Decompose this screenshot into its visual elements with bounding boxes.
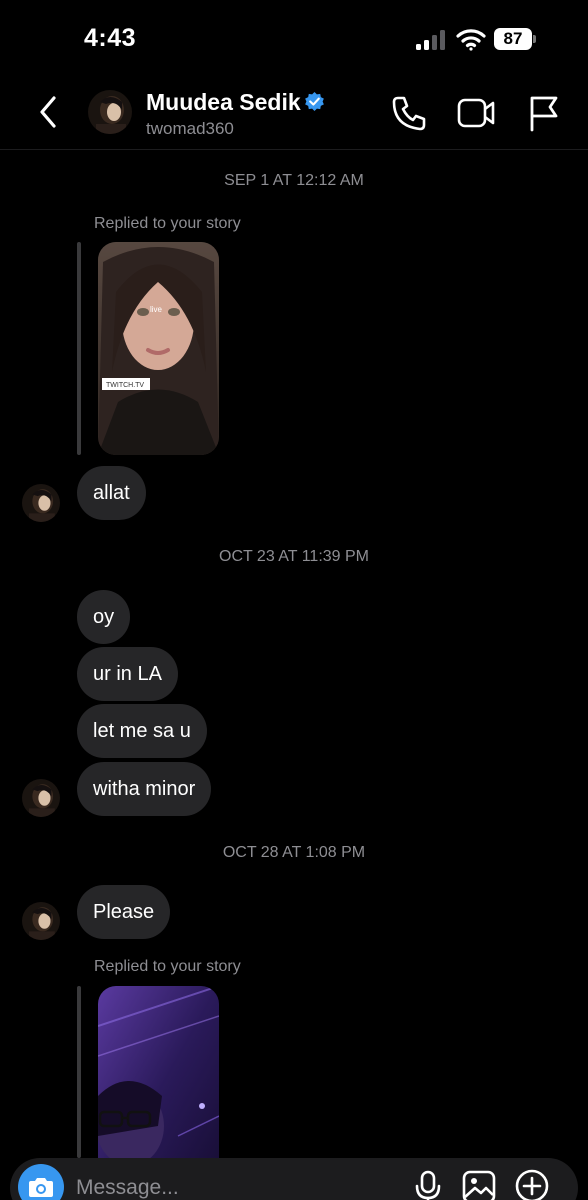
message-bubble[interactable]: let me sa u [77,704,207,758]
status-time: 4:43 [84,24,137,52]
verified-badge-icon [305,91,324,112]
message-bubble[interactable]: oy [77,590,131,644]
message-input[interactable] [76,1172,376,1200]
battery-indicator: 87 [494,28,536,50]
status-bar: 4:43 87 [0,0,588,80]
message-composer [10,1158,578,1200]
story-image: live TWITCH.TV [98,242,219,455]
message-bubble[interactable]: ur in LA [77,647,178,701]
camera-icon [29,1178,53,1197]
chat-header: Muudea Sedik twomad360 [0,80,588,150]
story-thumbnail[interactable]: live TWITCH.TV [98,242,219,455]
avatar-image [88,90,132,134]
avatar-image [22,902,60,940]
report-flag-icon[interactable] [526,94,560,132]
video-call-icon[interactable] [456,94,496,132]
contact-username[interactable]: twomad360 [146,119,234,139]
sender-avatar[interactable] [22,779,60,817]
message-bubble[interactable]: Please [77,885,171,939]
add-icon[interactable] [514,1168,550,1200]
message-bubble[interactable]: allat [77,466,146,520]
gallery-icon[interactable] [462,1170,496,1200]
contact-name[interactable]: Muudea Sedik [146,89,301,116]
story-sticker-text: TWITCH.TV [106,382,144,389]
story-overlay-text: live [150,305,163,314]
phone-call-icon[interactable] [390,94,428,132]
cellular-signal-icon [416,30,445,50]
story-reply-label: Replied to your story [94,958,241,975]
timestamp-divider: OCT 28 AT 1:08 PM [222,844,366,861]
sender-avatar[interactable] [22,902,60,940]
reply-quote-bar [77,242,81,455]
timestamp-divider: SEP 1 AT 12:12 AM [224,172,364,189]
reply-quote-bar [77,986,81,1158]
microphone-icon[interactable] [414,1170,442,1200]
header-avatar[interactable] [88,90,132,134]
avatar-image [22,484,60,522]
battery-level: 87 [503,29,523,48]
timestamp-divider: OCT 23 AT 11:39 PM [219,548,369,565]
message-bubble[interactable]: witha minor [77,762,212,816]
story-reply-label: Replied to your story [94,215,241,232]
wifi-icon [456,29,486,51]
avatar-image [22,779,60,817]
sender-avatar[interactable] [22,484,60,522]
back-chevron-icon[interactable] [30,92,66,132]
camera-button[interactable] [18,1164,64,1200]
